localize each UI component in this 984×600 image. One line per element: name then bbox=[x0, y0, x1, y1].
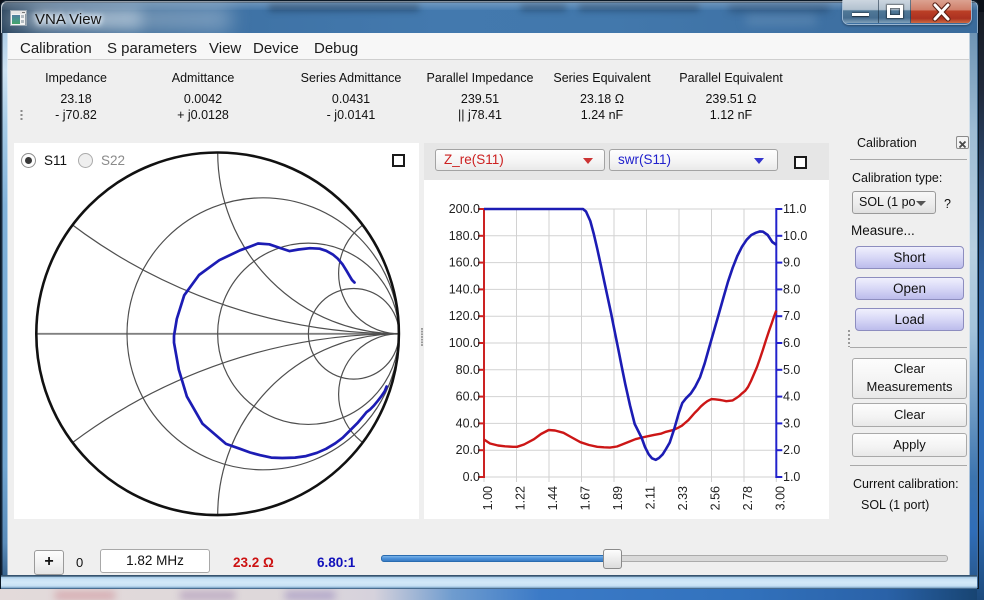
svg-text:100.0: 100.0 bbox=[449, 336, 480, 350]
svg-text:7.0: 7.0 bbox=[783, 309, 800, 323]
svg-text:60.0: 60.0 bbox=[456, 390, 480, 404]
svg-text:6.0: 6.0 bbox=[783, 336, 800, 350]
svg-text:120.0: 120.0 bbox=[449, 309, 480, 323]
svg-text:140.0: 140.0 bbox=[449, 282, 480, 296]
svg-text:2.56: 2.56 bbox=[709, 486, 723, 510]
svg-text:3.00: 3.00 bbox=[773, 486, 787, 510]
svg-text:0.0: 0.0 bbox=[463, 470, 480, 484]
svg-text:5.0: 5.0 bbox=[783, 363, 800, 377]
svg-text:180.0: 180.0 bbox=[449, 229, 480, 243]
svg-text:2.11: 2.11 bbox=[644, 486, 658, 509]
svg-text:11.0: 11.0 bbox=[783, 202, 806, 216]
svg-text:9.0: 9.0 bbox=[783, 256, 800, 270]
svg-text:200.0: 200.0 bbox=[449, 202, 480, 216]
svg-text:2.33: 2.33 bbox=[676, 486, 690, 510]
svg-text:80.0: 80.0 bbox=[456, 363, 480, 377]
svg-text:1.00: 1.00 bbox=[481, 486, 495, 510]
svg-text:1.67: 1.67 bbox=[579, 486, 593, 510]
svg-text:40.0: 40.0 bbox=[456, 416, 480, 430]
svg-text:3.0: 3.0 bbox=[783, 416, 800, 430]
svg-text:160.0: 160.0 bbox=[449, 256, 480, 270]
svg-text:2.78: 2.78 bbox=[741, 486, 755, 510]
svg-text:10.0: 10.0 bbox=[783, 229, 807, 243]
svg-text:1.44: 1.44 bbox=[546, 486, 560, 510]
svg-text:20.0: 20.0 bbox=[456, 443, 480, 457]
svg-text:1.0: 1.0 bbox=[783, 470, 800, 484]
svg-text:1.89: 1.89 bbox=[611, 486, 625, 510]
svg-text:1.22: 1.22 bbox=[514, 486, 528, 510]
svg-text:4.0: 4.0 bbox=[783, 390, 800, 404]
svg-text:2.0: 2.0 bbox=[783, 443, 800, 457]
svg-text:8.0: 8.0 bbox=[783, 282, 800, 296]
